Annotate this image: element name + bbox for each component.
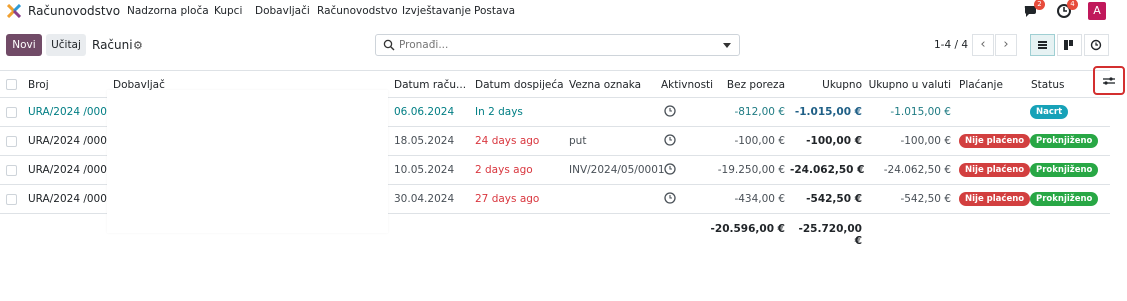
optional-columns-toggle[interactable] <box>1093 66 1125 95</box>
activities-count-badge: 4 <box>1067 0 1078 10</box>
bill-number[interactable]: URA/2024 /0002 <box>28 135 114 147</box>
total-amount-sum: -25.720,00 € <box>798 223 862 247</box>
bill-number[interactable]: URA/2024 /0001 <box>28 193 114 205</box>
column-header-payment[interactable]: Plaćanje <box>959 79 1003 91</box>
total-currency-amount: -24.062,50 € <box>883 164 951 176</box>
column-header-total[interactable]: Ukupno <box>800 79 862 91</box>
activity-clock-icon[interactable] <box>664 105 676 117</box>
pager-value[interactable]: 1-4 / 4 <box>934 39 968 51</box>
status-badge: Proknjiženo <box>1030 134 1099 148</box>
kanban-view-icon <box>1064 40 1073 50</box>
select-all-checkbox[interactable] <box>6 79 17 90</box>
new-button[interactable]: Novi <box>6 34 42 56</box>
app-name[interactable]: Računovodstvo <box>28 4 120 18</box>
untaxed-amount: -434,00 € <box>734 193 785 205</box>
page-title: Računi <box>92 38 133 52</box>
activity-clock-icon[interactable] <box>664 134 676 146</box>
search-input[interactable] <box>399 37 699 53</box>
menu-item-accounting[interactable]: Računovodstvo <box>317 5 398 17</box>
total-amount: -542,50 € <box>806 193 862 205</box>
pager-next-button[interactable]: › <box>995 34 1017 56</box>
column-header-number[interactable]: Broj <box>28 79 49 91</box>
bill-date: 18.05.2024 <box>394 135 455 147</box>
list-view-icon <box>1038 41 1047 49</box>
bill-date: 30.04.2024 <box>394 193 455 205</box>
status-badge: Proknjiženo <box>1030 192 1099 206</box>
upload-button[interactable]: Učitaj <box>46 34 86 56</box>
bill-date: 06.06.2024 <box>394 106 455 118</box>
top-navbar: Računovodstvo Nadzorna ploča Kupci Dobav… <box>0 0 1127 22</box>
menu-item-dashboard[interactable]: Nadzorna ploča <box>127 5 209 17</box>
menu-item-vendors[interactable]: Dobavljači <box>255 5 310 17</box>
due-date: 24 days ago <box>475 135 540 147</box>
menu-item-reporting[interactable]: Izvještavanje <box>402 5 471 17</box>
status-badge: Nacrt <box>1030 105 1069 119</box>
column-header-untaxed[interactable]: Bez poreza <box>720 79 785 91</box>
search-bar <box>375 34 740 56</box>
messages-icon[interactable]: 2 <box>1023 0 1045 19</box>
activities-clock-icon[interactable]: 4 <box>1056 0 1078 19</box>
activity-clock-icon[interactable] <box>664 192 676 204</box>
activity-clock-icon <box>1090 39 1102 51</box>
reference: INV/2024/05/0001 <box>569 164 665 176</box>
activity-view-button[interactable] <box>1084 34 1109 56</box>
payment-status-badge: Nije plaćeno <box>959 163 1031 177</box>
total-untaxed-sum: -20.596,00 € <box>710 223 785 235</box>
pager-previous-button[interactable]: ‹ <box>972 34 994 56</box>
row-checkbox[interactable] <box>6 194 17 205</box>
total-amount: -1.015,00 € <box>794 106 862 118</box>
menu-item-customers[interactable]: Kupci <box>214 5 242 17</box>
accounting-app-icon[interactable] <box>7 4 21 18</box>
payment-status-badge: Nije plaćeno <box>959 134 1031 148</box>
row-checkbox[interactable] <box>6 165 17 176</box>
menu-item-configuration[interactable]: Postava <box>474 5 515 17</box>
untaxed-amount: -100,00 € <box>734 135 785 147</box>
column-header-status[interactable]: Status <box>1031 79 1064 91</box>
untaxed-amount: -19.250,00 € <box>717 164 785 176</box>
redacted-vendor-area <box>107 90 388 233</box>
search-icon <box>383 39 395 51</box>
row-checkbox[interactable] <box>6 136 17 147</box>
due-date: 27 days ago <box>475 193 540 205</box>
kanban-view-button[interactable] <box>1057 34 1082 56</box>
column-header-total-currency[interactable]: Ukupno u valuti <box>868 79 951 91</box>
column-header-due-date[interactable]: Datum dospijeća <box>475 79 564 91</box>
gear-icon[interactable]: ⚙ <box>133 39 143 52</box>
search-options-toggle-icon[interactable] <box>723 43 731 48</box>
payment-status-badge: Nije plaćeno <box>959 192 1031 206</box>
column-header-bill-date[interactable]: Datum raču... <box>394 79 466 91</box>
total-amount: -100,00 € <box>806 135 862 147</box>
bill-number[interactable]: URA/2024 /0004 <box>28 106 114 118</box>
column-header-reference[interactable]: Vezna oznaka <box>569 79 641 91</box>
due-date: In 2 days <box>475 106 523 118</box>
row-checkbox[interactable] <box>6 107 17 118</box>
user-avatar[interactable]: A <box>1088 2 1106 20</box>
total-currency-amount: -542,50 € <box>900 193 951 205</box>
total-currency-amount: -1.015,00 € <box>890 106 951 118</box>
messages-count-badge: 2 <box>1034 0 1045 10</box>
sliders-icon <box>1103 77 1115 85</box>
untaxed-amount: -812,00 € <box>734 106 785 118</box>
reference: put <box>569 135 587 147</box>
column-header-activities[interactable]: Aktivnosti <box>661 79 713 91</box>
list-view-button[interactable] <box>1030 34 1055 56</box>
status-badge: Proknjiženo <box>1030 163 1099 177</box>
total-currency-amount: -100,00 € <box>900 135 951 147</box>
total-amount: -24.062,50 € <box>790 164 865 176</box>
bill-date: 10.05.2024 <box>394 164 455 176</box>
bill-number[interactable]: URA/2024 /0003 <box>28 164 114 176</box>
activity-clock-icon[interactable] <box>664 163 676 175</box>
due-date: 2 days ago <box>475 164 533 176</box>
